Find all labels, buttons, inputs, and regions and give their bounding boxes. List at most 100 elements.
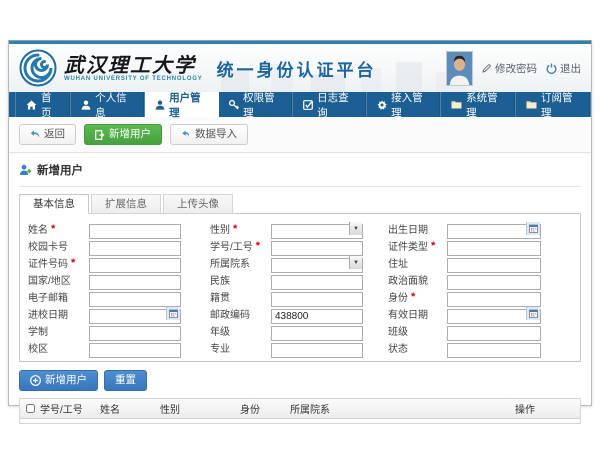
field-label-student-id: 学号/工号* [210,238,268,253]
field-campus-card [89,238,181,253]
logout-link[interactable]: 退出 [546,61,581,76]
power-icon [546,63,557,74]
nav-tab-user-mgmt[interactable]: 用户管理 [145,92,219,117]
nav-tab-profile[interactable]: 个人信息 [71,92,145,117]
nav-tab-log-query[interactable]: 日志查询 [293,92,367,117]
header: 武汉理工大学 WUHAN UNIVERSITY OF TECHNOLOGY 统一… [9,44,591,92]
class-input[interactable] [447,326,541,341]
column-header: 所属院系 [290,401,515,416]
field-label-entry-date: 进校日期 [28,306,86,321]
field-label-postal-code: 邮政编码 [210,306,268,321]
field-native-place [271,289,363,304]
address-input[interactable] [447,258,541,273]
required-marker: * [431,242,435,250]
section-title: 新增用户 [37,162,83,178]
nav-tab-home[interactable]: 首页 [15,92,71,117]
field-postal-code [271,306,363,321]
nav-tab-label: 个人信息 [95,90,134,120]
field-label-campus: 校区 [28,340,86,355]
field-email [89,289,181,304]
tab-basic-info[interactable]: 基本信息 [19,194,89,214]
campus-input[interactable] [89,343,181,358]
ethnicity-input[interactable] [271,275,363,290]
column-header: 学号/工号 [40,401,100,416]
select-all-checkbox[interactable] [26,404,35,413]
column-header: 性别 [160,401,240,416]
field-label-major: 专业 [210,340,268,355]
student-id-input[interactable] [271,241,363,256]
toolbar: 返回 新增用户 数据导入 [9,117,591,153]
field-label-department: 所属院系 [210,255,268,270]
data-import-button[interactable]: 数据导入 [170,124,248,145]
name-input[interactable] [89,224,181,239]
reset-button[interactable]: 重置 [104,370,147,391]
nav-tab-permission-mgmt[interactable]: 权限管理 [219,92,293,117]
nav-tab-label: 用户管理 [169,90,208,120]
identity-input[interactable] [447,292,541,307]
field-label-class: 班级 [388,323,444,338]
political-status-input[interactable] [447,275,541,290]
field-name [89,221,181,236]
users-table-body [20,419,580,423]
tab-extended-info[interactable]: 扩展信息 [91,194,161,214]
user-avatar[interactable] [446,51,473,86]
entry-date-calendar-button[interactable] [166,307,180,320]
submit-add-user-button[interactable]: 新增用户 [19,370,98,391]
gear-icon [377,100,387,110]
valid-date-calendar-button[interactable] [526,307,540,320]
department-dropdown-button[interactable]: ▼ [349,256,362,269]
nav-tab-system-mgmt[interactable]: 系统管理 [441,92,516,117]
field-label-id-type: 证件类型* [388,238,444,253]
required-marker: * [71,259,75,267]
major-input[interactable] [271,343,363,358]
id-number-input[interactable] [89,258,181,273]
pencil-icon [482,63,492,73]
field-valid-date [447,306,541,321]
nav-tab-label: 日志查询 [317,90,356,120]
field-label-valid-date: 有效日期 [388,306,444,321]
nav-tab-label: 接入管理 [391,90,430,120]
back-arrow-icon [30,130,40,139]
campus-card-input[interactable] [89,241,181,256]
gender-dropdown-button[interactable]: ▼ [349,222,362,235]
id-type-input[interactable] [447,241,541,256]
field-label-grade: 年级 [210,323,268,338]
postal-code-input[interactable] [271,309,363,324]
field-label-name: 姓名* [28,221,86,236]
birth-date-calendar-button[interactable] [526,222,540,235]
field-education-length [89,323,181,338]
grade-input[interactable] [271,326,363,341]
university-logo [19,49,57,87]
nav-tab-access-mgmt[interactable]: 接入管理 [367,92,441,117]
field-label-identity: 身份* [388,289,444,304]
home-icon [26,100,37,110]
field-major [271,340,363,355]
field-department: ▼ [271,255,363,270]
country-region-input[interactable] [89,275,181,290]
plus-circle-icon [30,375,41,386]
nav-tab-subscription-mgmt[interactable]: 订阅管理 [516,92,591,117]
back-button[interactable]: 返回 [19,124,76,145]
field-label-political-status: 政治面貌 [388,272,444,287]
native-place-input[interactable] [271,292,363,307]
tab-upload-avatar[interactable]: 上传头像 [163,194,233,214]
field-identity [447,289,541,304]
field-gender: ▼ [271,221,363,236]
required-marker: * [51,225,55,233]
field-label-campus-card: 校园卡号 [28,238,86,253]
nav-tab-label: 首页 [41,90,60,120]
field-birth-date [447,221,541,236]
education-length-input[interactable] [89,326,181,341]
status-input[interactable] [447,343,541,358]
column-header: 姓名 [100,401,160,416]
toolbar-add-user-button[interactable]: 新增用户 [84,124,162,145]
field-political-status [447,272,541,287]
email-input[interactable] [89,292,181,307]
field-address [447,255,541,270]
change-password-link[interactable]: 修改密码 [482,61,537,76]
university-name-en: WUHAN UNIVERSITY OF TECHNOLOGY [64,76,203,82]
folder-icon [451,100,462,109]
form-tabs: 基本信息 扩展信息 上传头像 [19,194,581,214]
field-label-email: 电子邮箱 [28,289,86,304]
required-marker: * [256,242,260,250]
